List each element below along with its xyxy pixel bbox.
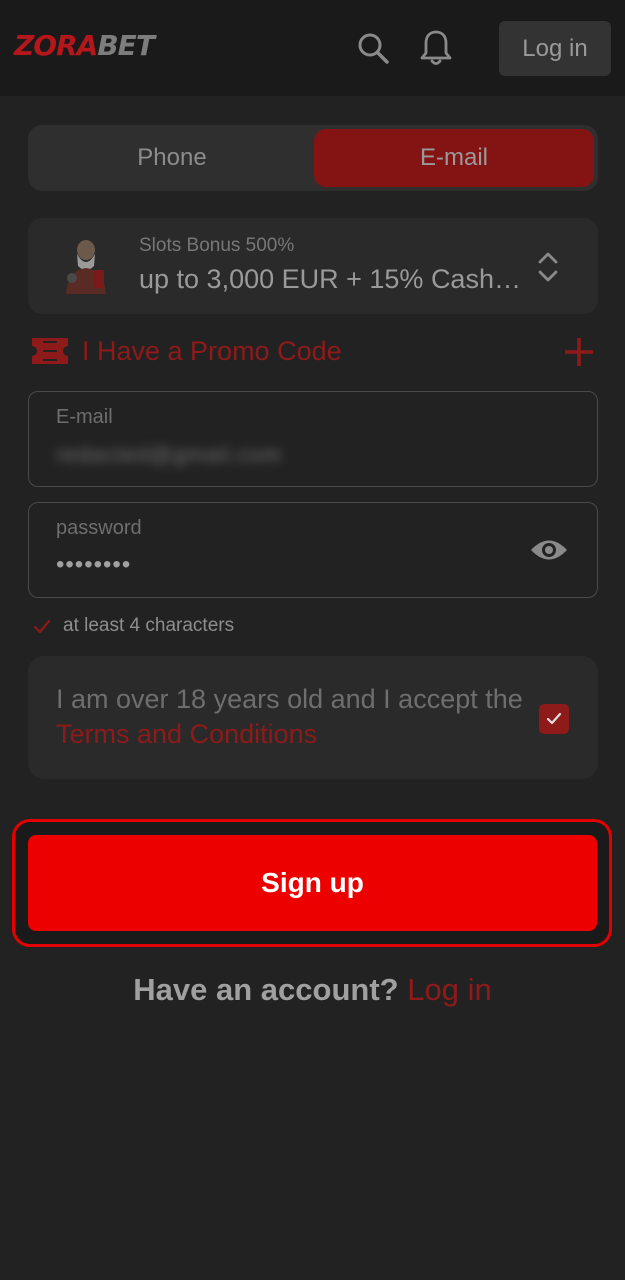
eye-icon[interactable] bbox=[529, 535, 569, 565]
header: ZORABET Log in bbox=[0, 0, 625, 96]
signup-button[interactable]: Sign up bbox=[28, 835, 597, 931]
have-account-line: Have an account? Log in bbox=[0, 972, 625, 1008]
promo-code-toggle[interactable]: I Have a Promo Code bbox=[30, 333, 595, 373]
ticket-icon bbox=[30, 336, 70, 366]
search-icon[interactable] bbox=[355, 28, 391, 68]
logo-part-2: BET bbox=[97, 29, 155, 62]
terms-text-before: I am over 18 years old and I accept the bbox=[56, 684, 523, 714]
bonus-selector[interactable]: Slots Bonus 500% up to 3,000 EUR + 15% C… bbox=[28, 218, 598, 314]
check-icon bbox=[33, 618, 51, 636]
bonus-avatar bbox=[58, 236, 114, 298]
promo-code-label: I Have a Promo Code bbox=[82, 336, 342, 366]
bonus-subtitle: Slots Bonus 500% bbox=[139, 235, 295, 256]
email-field[interactable]: E-mail redacted@gmail.com bbox=[28, 391, 598, 487]
password-field[interactable]: password •••••••• bbox=[28, 502, 598, 598]
terms-link[interactable]: Terms and Conditions bbox=[56, 719, 317, 749]
zorabet-logo[interactable]: ZORABET bbox=[14, 28, 155, 64]
email-label: E-mail bbox=[56, 406, 113, 428]
terms-block: I am over 18 years old and I accept the … bbox=[28, 656, 598, 779]
bonus-title: up to 3,000 EUR + 15% Cashback bbox=[139, 264, 534, 294]
password-label: password bbox=[56, 517, 142, 539]
logo-part-1: ZORA bbox=[14, 29, 98, 62]
tab-email[interactable]: E-mail bbox=[314, 129, 594, 187]
plus-icon[interactable] bbox=[563, 336, 595, 368]
terms-checkbox[interactable] bbox=[539, 704, 569, 734]
chevron-up-down-icon[interactable] bbox=[536, 250, 560, 284]
have-account-text: Have an account? bbox=[133, 972, 399, 1007]
header-login-button[interactable]: Log in bbox=[499, 21, 611, 76]
footer-login-link[interactable]: Log in bbox=[407, 972, 491, 1007]
password-value[interactable]: •••••••• bbox=[56, 551, 131, 579]
email-value[interactable]: redacted@gmail.com bbox=[56, 442, 282, 468]
tab-phone[interactable]: Phone bbox=[32, 129, 312, 187]
terms-text: I am over 18 years old and I accept the … bbox=[56, 682, 536, 752]
signup-method-tabs: Phone E-mail bbox=[28, 125, 598, 191]
bell-icon[interactable] bbox=[418, 28, 454, 68]
password-hint-text: at least 4 characters bbox=[63, 615, 235, 636]
